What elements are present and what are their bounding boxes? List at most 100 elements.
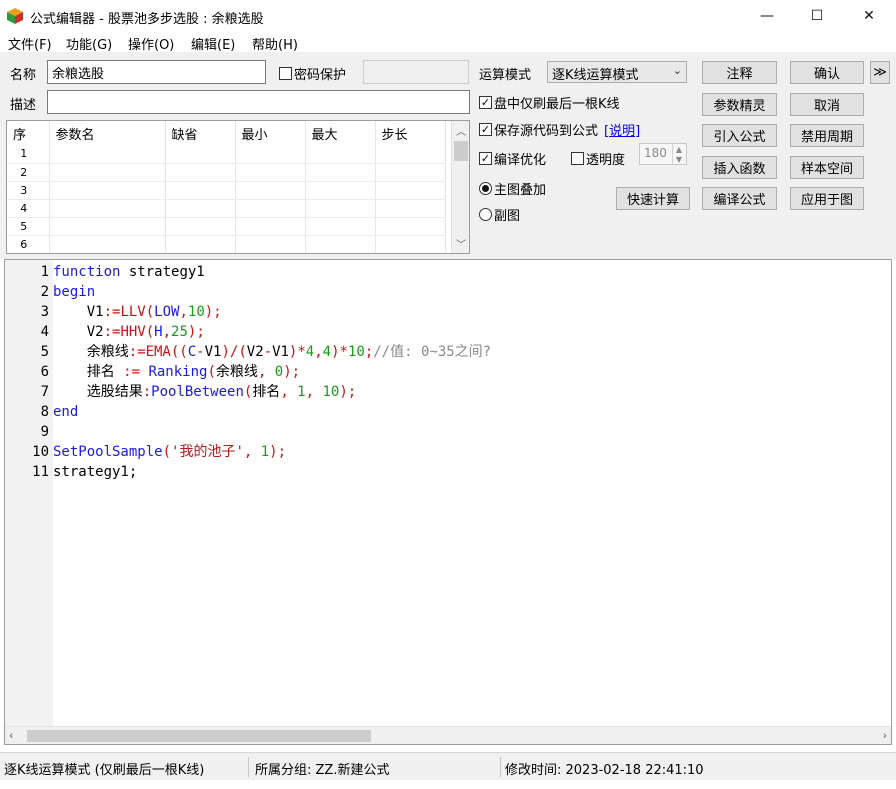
- maximize-button[interactable]: ☐: [794, 0, 840, 32]
- table-row[interactable]: 1: [7, 145, 446, 164]
- table-row[interactable]: 6: [7, 235, 446, 253]
- code-token: end: [53, 404, 79, 420]
- stepper-down-icon[interactable]: ▼: [672, 154, 685, 164]
- menu-bar: 文件(F) 功能(G) 操作(O) 编辑(E) 帮助(H): [0, 32, 896, 53]
- col-max: 最大: [305, 121, 376, 145]
- params-table[interactable]: 序 参数名 缺省 最小 最大 步长 1 2 3 4 5 6 ︿ ﹀: [6, 120, 470, 254]
- code-token: C: [187, 344, 197, 360]
- code-token: -: [263, 344, 273, 360]
- code-token: :=: [128, 344, 146, 360]
- line-number: 8: [40, 404, 49, 420]
- scroll-thumb[interactable]: [454, 141, 468, 161]
- line-number: 1: [40, 264, 49, 280]
- sub-chart-radio-circle[interactable]: [479, 208, 492, 221]
- code-token: LOW: [154, 304, 180, 320]
- scroll-up-icon[interactable]: ︿: [456, 123, 466, 138]
- code-line[interactable]: 1 function strategy1: [41, 262, 491, 282]
- save-source-checkbox[interactable]: ✓ 保存源代码到公式 [说明]: [479, 120, 640, 139]
- params-scrollbar[interactable]: ︿ ﹀: [451, 121, 469, 253]
- code-line[interactable]: 4 V2:=HHV(H,25);: [41, 322, 491, 342]
- main-chart-label: 主图叠加: [494, 183, 547, 198]
- insert-function-button[interactable]: 插入函数: [702, 156, 777, 179]
- code-token: );: [269, 444, 287, 460]
- quick-calc-button[interactable]: 快速计算: [616, 187, 690, 210]
- table-row[interactable]: 3: [7, 181, 446, 200]
- disable-period-button[interactable]: 禁用周期: [790, 124, 864, 147]
- name-input[interactable]: 余粮选股: [47, 60, 266, 84]
- password-checkbox-box[interactable]: [279, 67, 292, 80]
- transparency-value: 180: [644, 146, 667, 160]
- editor-hscrollbar[interactable]: ‹ ›: [5, 726, 891, 744]
- password-checkbox[interactable]: 密码保护: [279, 64, 346, 83]
- param-wizard-button[interactable]: 参数精灵: [702, 93, 777, 116]
- code-token: 排名: [53, 364, 124, 380]
- menu-file[interactable]: 文件(F): [8, 34, 52, 53]
- main-chart-radio[interactable]: 主图叠加: [479, 179, 546, 198]
- sample-space-button[interactable]: 样本空间: [790, 156, 864, 179]
- code-area[interactable]: 1 function strategy1 2 begin 3 V1:=LLV(LOW,1…: [32, 262, 492, 482]
- row-index: 6: [7, 235, 50, 253]
- code-token: 选股结果: [53, 384, 143, 400]
- code-token: -: [196, 344, 205, 360]
- col-default: 缺省: [165, 121, 236, 145]
- sub-chart-radio[interactable]: 副图: [479, 205, 520, 224]
- scroll-down-icon[interactable]: ﹀: [456, 236, 466, 251]
- scroll-right-icon[interactable]: ›: [883, 729, 887, 742]
- row-index: 3: [7, 181, 50, 200]
- transparency-checkbox-box[interactable]: [571, 152, 584, 165]
- menu-help[interactable]: 帮助(H): [252, 34, 298, 53]
- compile-opt-checkbox-box[interactable]: ✓: [479, 152, 492, 165]
- menu-function[interactable]: 功能(G): [66, 34, 112, 53]
- apply-to-chart-button[interactable]: 应用于图: [790, 187, 864, 210]
- scroll-left-icon[interactable]: ‹: [9, 729, 13, 742]
- minimize-button[interactable]: —: [744, 0, 790, 32]
- code-token: (: [145, 324, 155, 340]
- code-line[interactable]: 2 begin: [41, 282, 491, 302]
- code-line[interactable]: 9: [41, 422, 491, 442]
- code-token: (: [145, 304, 155, 320]
- code-token: strategy1;: [53, 464, 138, 480]
- code-line[interactable]: 8 end: [41, 402, 491, 422]
- main-chart-radio-circle[interactable]: [479, 182, 492, 195]
- cancel-button[interactable]: 取消: [790, 93, 864, 116]
- code-token: 1: [260, 444, 270, 460]
- line-number: 3: [40, 304, 49, 320]
- confirm-button[interactable]: 确认: [790, 61, 864, 84]
- desc-input[interactable]: [47, 90, 470, 114]
- explain-link[interactable]: [说明]: [604, 120, 640, 139]
- code-token: (: [207, 364, 216, 380]
- code-line[interactable]: 10 SetPoolSample('我的池子', 1);: [32, 442, 491, 462]
- compile-formula-button[interactable]: 编译公式: [702, 187, 777, 210]
- expand-button[interactable]: ≫: [870, 61, 890, 84]
- code-token: V1: [272, 344, 289, 360]
- refresh-last-checkbox[interactable]: ✓ 盘中仅刷最后一根K线: [479, 93, 620, 112]
- compile-opt-checkbox[interactable]: ✓ 编译优化: [479, 149, 546, 168]
- row-index: 1: [7, 145, 50, 164]
- code-token: V1: [204, 344, 222, 360]
- menu-edit[interactable]: 编辑(E): [191, 34, 235, 53]
- comment-button[interactable]: 注释: [702, 61, 777, 84]
- close-button[interactable]: ✕: [846, 0, 892, 32]
- code-token: 余粮线: [53, 344, 129, 360]
- transparency-checkbox[interactable]: 透明度: [571, 149, 625, 168]
- code-line[interactable]: 6 排名 := Ranking(余粮线, 0);: [41, 362, 491, 382]
- table-row[interactable]: 4: [7, 199, 446, 218]
- password-label: 密码保护: [294, 68, 347, 83]
- import-formula-button[interactable]: 引入公式: [702, 124, 777, 147]
- code-token: ,: [314, 344, 323, 360]
- code-line[interactable]: 11 strategy1;: [32, 462, 491, 482]
- hscroll-thumb[interactable]: [27, 730, 371, 742]
- refresh-last-checkbox-box[interactable]: ✓: [479, 96, 492, 109]
- code-line[interactable]: 5 余粮线:=EMA((C-V1)/(V2-V1)*4,4)*10;//值: 0…: [41, 342, 492, 362]
- code-line[interactable]: 7 选股结果:PoolBetween(排名, 1, 10);: [41, 382, 491, 402]
- code-editor[interactable]: 1 function strategy1 2 begin 3 V1:=LLV(LOW,1…: [4, 259, 892, 745]
- stepper-up-icon[interactable]: ▲: [672, 144, 685, 154]
- menu-operation[interactable]: 操作(O): [128, 34, 174, 53]
- transparency-stepper[interactable]: 180 ▲ ▼: [639, 143, 687, 165]
- code-token: H: [154, 324, 163, 340]
- mode-select[interactable]: 逐K线运算模式 ⌄: [547, 61, 687, 83]
- save-source-checkbox-box[interactable]: ✓: [479, 123, 492, 136]
- table-row[interactable]: 5: [7, 217, 446, 236]
- code-line[interactable]: 3 V1:=LLV(LOW,10);: [41, 302, 491, 322]
- table-row[interactable]: 2: [7, 163, 446, 182]
